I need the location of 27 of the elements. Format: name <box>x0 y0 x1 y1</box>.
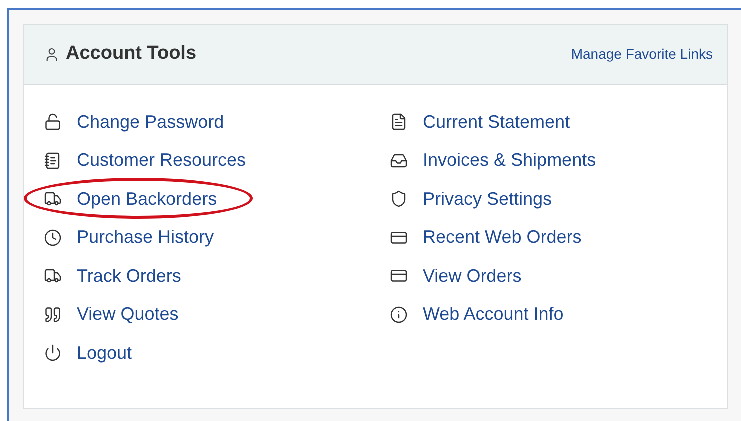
shield-icon <box>390 190 408 208</box>
inbox-icon <box>390 152 408 170</box>
truck-icon <box>44 267 62 286</box>
panel-title: Account Tools <box>66 42 197 66</box>
power-icon <box>44 344 62 362</box>
account-link[interactable]: Privacy Settings <box>423 186 552 213</box>
account-link[interactable]: Track Orders <box>77 262 182 290</box>
open-lock-icon <box>44 113 62 132</box>
account-link[interactable]: Change Password <box>77 108 224 136</box>
truck-icon <box>44 190 62 208</box>
account-link[interactable]: Customer Resources <box>77 147 246 174</box>
document-icon <box>390 113 408 132</box>
info-icon <box>390 306 408 324</box>
account-link[interactable]: View Quotes <box>77 301 179 328</box>
account-link[interactable]: Web Account Info <box>423 301 564 328</box>
account-link[interactable]: Invoices & Shipments <box>423 147 596 174</box>
account-link[interactable]: View Orders <box>423 262 522 290</box>
account-link[interactable]: Current Statement <box>423 108 570 136</box>
manage-links-link[interactable]: Manage Favorite Links <box>571 44 713 65</box>
quote-icon <box>44 306 62 324</box>
user-icon <box>44 46 60 62</box>
notebook-icon <box>44 152 62 170</box>
account-link[interactable]: Open Backorders <box>77 186 218 213</box>
account-link[interactable]: Purchase History <box>77 224 214 252</box>
clock-icon <box>44 228 62 247</box>
account-link[interactable]: Logout <box>77 340 132 367</box>
account-link[interactable]: Recent Web Orders <box>423 224 582 252</box>
